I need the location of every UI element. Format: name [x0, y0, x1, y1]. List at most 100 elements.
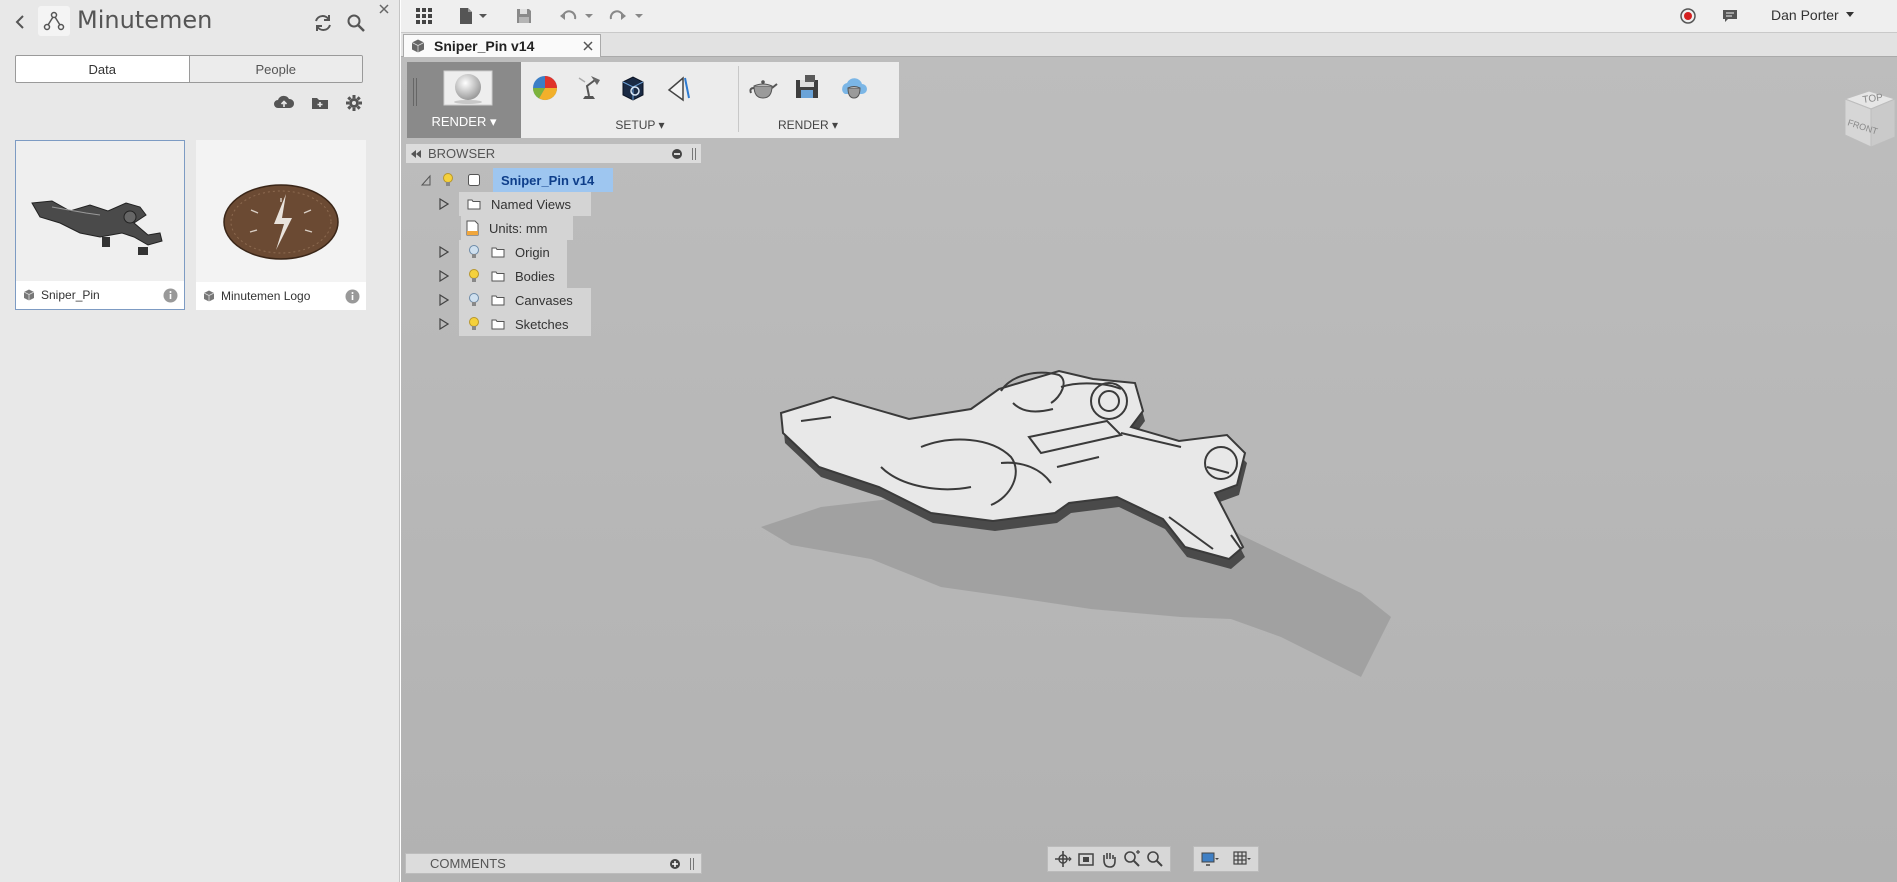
lightbulb-on-icon[interactable]: [441, 172, 455, 188]
file-menu-icon[interactable]: [457, 3, 493, 29]
collapse-browser-icon[interactable]: [410, 149, 422, 159]
data-panel: Minutemen Data People Sniper_Pin Minutem…: [0, 0, 400, 882]
undo-icon[interactable]: [557, 3, 597, 29]
minimize-icon[interactable]: [671, 148, 683, 160]
back-chevron-icon[interactable]: [10, 10, 30, 34]
ribbon-divider: [738, 66, 739, 132]
refresh-icon[interactable]: [312, 12, 334, 34]
sniper-pin-model[interactable]: [761, 317, 1401, 697]
browser-node-units[interactable]: Units: mm: [461, 216, 573, 240]
chat-icon[interactable]: [1719, 3, 1741, 29]
file-card-sniper-pin[interactable]: Sniper_Pin: [15, 140, 185, 310]
lightbulb-off-icon[interactable]: [467, 292, 481, 308]
user-menu[interactable]: Dan Porter: [1771, 7, 1855, 23]
lightbulb-on-icon[interactable]: [467, 316, 481, 332]
scene-settings-icon[interactable]: [569, 70, 609, 106]
application-window: Dan Porter Sniper_Pin v14 RENDER ▾ SETUP…: [401, 0, 1897, 882]
expand-triangle-icon[interactable]: [439, 294, 449, 306]
document-tab[interactable]: Sniper_Pin v14: [403, 34, 601, 57]
tab-data[interactable]: Data: [16, 56, 189, 82]
folder-icon: [491, 247, 505, 258]
tab-people[interactable]: People: [188, 56, 362, 82]
in-canvas-render-icon[interactable]: [743, 70, 783, 106]
settings-gear-icon[interactable]: [342, 91, 366, 115]
folder-icon: [491, 295, 505, 306]
render-group-label[interactable]: RENDER ▾: [753, 118, 863, 132]
orbit-icon[interactable]: [1053, 849, 1073, 869]
record-icon[interactable]: [1677, 3, 1699, 29]
browser-node-named-views[interactable]: Named Views: [439, 192, 591, 216]
workspace-switcher[interactable]: RENDER ▾: [407, 62, 521, 138]
upload-icon[interactable]: [272, 91, 296, 115]
close-icon[interactable]: [376, 1, 392, 17]
new-folder-icon[interactable]: [308, 91, 332, 115]
units-document-icon: [466, 220, 479, 236]
add-comment-icon[interactable]: [669, 858, 681, 870]
ribbon-grip[interactable]: [413, 78, 417, 106]
fit-icon[interactable]: [1145, 849, 1165, 869]
node-label: Bodies: [515, 268, 555, 284]
panel-pin-icon[interactable]: [691, 146, 697, 162]
minutemen-logo-thumbnail: [196, 140, 366, 282]
look-at-icon[interactable]: [1076, 849, 1096, 869]
info-icon[interactable]: [163, 288, 178, 303]
save-icon[interactable]: [513, 3, 535, 29]
pan-hand-icon[interactable]: [1099, 849, 1119, 869]
browser-root-node[interactable]: Sniper_Pin v14: [421, 168, 613, 192]
ribbon-tools: SETUP ▾ RENDER ▾: [521, 62, 899, 138]
hub-icon[interactable]: [38, 6, 70, 36]
display-settings-icon[interactable]: [1200, 849, 1220, 869]
data-panel-grid-icon[interactable]: [411, 3, 437, 29]
collapse-triangle-icon[interactable]: [421, 174, 431, 186]
browser-node-bodies[interactable]: Bodies: [439, 264, 567, 288]
grid-settings-icon[interactable]: [1232, 849, 1252, 869]
file-name: Sniper_Pin: [41, 288, 100, 302]
decal-icon[interactable]: [659, 70, 699, 106]
browser-node-sketches[interactable]: Sketches: [439, 312, 591, 336]
comments-panel-header: COMMENTS: [405, 853, 702, 874]
browser-title: BROWSER: [428, 146, 496, 161]
setup-group-label[interactable]: SETUP ▾: [585, 118, 695, 132]
data-panel-header: Minutemen: [0, 0, 400, 44]
expand-triangle-icon[interactable]: [439, 270, 449, 282]
data-actions: [272, 91, 372, 115]
render-workspace-icon: [443, 70, 493, 106]
quick-access-toolbar: Dan Porter: [401, 0, 1897, 33]
folder-icon: [491, 271, 505, 282]
panel-pin-icon[interactable]: [689, 856, 695, 872]
design-file-icon: [203, 290, 215, 302]
info-icon[interactable]: [345, 289, 360, 304]
file-name: Minutemen Logo: [221, 289, 311, 303]
folder-icon: [491, 319, 505, 330]
display-settings-bar: [1193, 846, 1259, 872]
capture-image-icon[interactable]: [787, 70, 827, 106]
lightbulb-off-icon[interactable]: [467, 244, 481, 260]
browser-panel-header: BROWSER: [405, 143, 702, 164]
document-tab-label: Sniper_Pin v14: [434, 38, 535, 54]
expand-triangle-icon[interactable]: [439, 318, 449, 330]
viewcube[interactable]: TOP FRONT: [1825, 77, 1897, 165]
root-component-label[interactable]: Sniper_Pin v14: [493, 168, 613, 192]
lightbulb-on-icon[interactable]: [467, 268, 481, 284]
redo-icon[interactable]: [607, 3, 647, 29]
expand-triangle-icon[interactable]: [439, 198, 449, 210]
browser-node-canvases[interactable]: Canvases: [439, 288, 591, 312]
node-label: Sketches: [515, 316, 569, 332]
cloud-render-icon[interactable]: [833, 70, 873, 106]
node-label: Units: mm: [489, 220, 548, 236]
design-file-icon: [23, 289, 35, 301]
data-people-tabs: Data People: [15, 55, 363, 83]
file-card-minutemen-logo[interactable]: Minutemen Logo: [196, 140, 366, 310]
user-name: Dan Porter: [1771, 7, 1839, 23]
close-tab-icon[interactable]: [582, 40, 594, 52]
node-label: Origin: [515, 244, 550, 260]
expand-triangle-icon[interactable]: [439, 246, 449, 258]
texture-map-icon[interactable]: [613, 70, 653, 106]
zoom-icon[interactable]: [1122, 849, 1142, 869]
canvas-viewport[interactable]: RENDER ▾ SETUP ▾ RENDER ▾ BROWSER Sniper…: [401, 57, 1897, 882]
appearance-icon[interactable]: [525, 70, 565, 106]
sniper-pin-thumbnail: [16, 141, 184, 283]
comments-title: COMMENTS: [430, 856, 506, 871]
search-icon[interactable]: [345, 12, 367, 34]
browser-node-origin[interactable]: Origin: [439, 240, 567, 264]
